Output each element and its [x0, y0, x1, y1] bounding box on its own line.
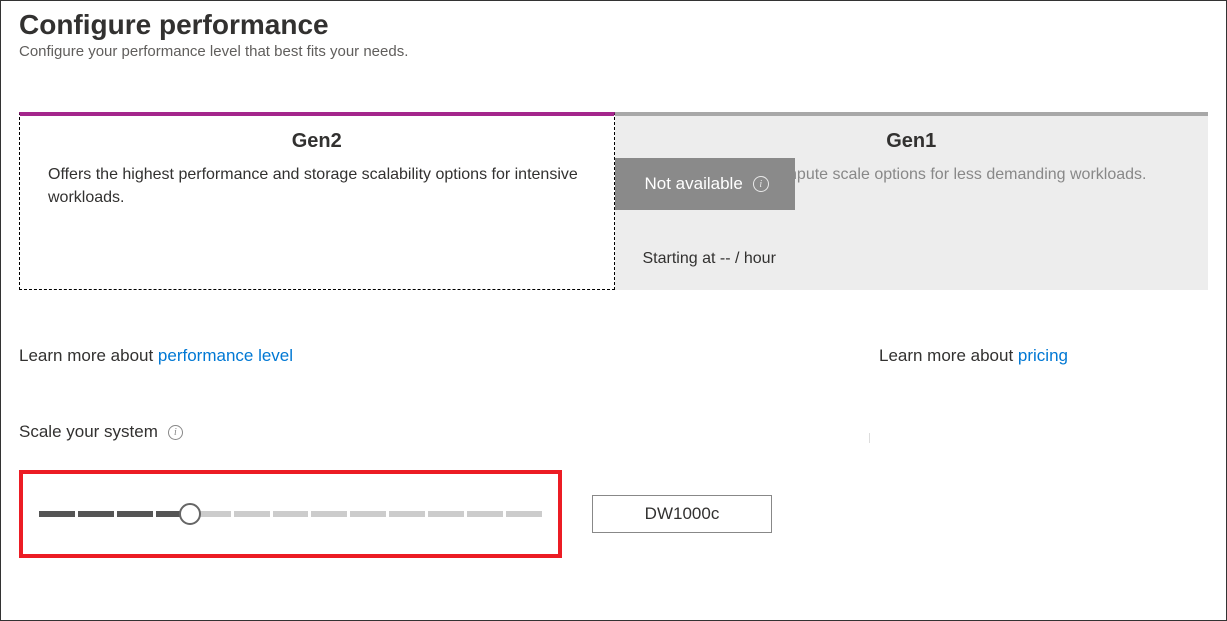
tile-gen2-desc: Offers the highest performance and stora… [48, 163, 586, 209]
generation-tiles: Gen2 Offers the highest performance and … [19, 112, 1208, 290]
info-icon[interactable]: i [168, 425, 183, 440]
performance-level-link[interactable]: performance level [158, 346, 293, 365]
not-available-badge: Not available i [615, 158, 795, 210]
pricing-link[interactable]: pricing [1018, 346, 1068, 365]
learn-more-pricing: Learn more about pricing [879, 346, 1068, 366]
learn-more-row: Learn more about performance level Learn… [19, 346, 1208, 366]
page-title: Configure performance [19, 9, 1208, 41]
info-icon[interactable]: i [753, 176, 769, 192]
scale-slider[interactable] [39, 504, 542, 524]
scale-value-box[interactable]: DW1000c [592, 495, 772, 533]
scale-label-row: Scale your system i [19, 422, 1208, 442]
not-available-text: Not available [645, 174, 743, 194]
slider-highlight-box [19, 470, 562, 558]
learn-more-performance: Learn more about performance level [19, 346, 293, 366]
tile-gen1-title: Gen1 [643, 130, 1181, 153]
page-header: Configure performance Configure your per… [19, 9, 1208, 60]
tile-gen2-title: Gen2 [48, 130, 586, 153]
tile-gen1: Gen1 Offers the lowest compute scale opt… [615, 112, 1209, 290]
decorative-mark [869, 433, 870, 443]
scale-label: Scale your system [19, 422, 158, 442]
slider-thumb[interactable] [179, 503, 201, 525]
starting-at-text: Starting at -- / hour [643, 250, 1181, 268]
tile-gen2[interactable]: Gen2 Offers the highest performance and … [19, 112, 615, 290]
slider-area: DW1000c [19, 470, 1208, 558]
page-subtitle: Configure your performance level that be… [19, 43, 1208, 60]
slider-track [39, 511, 542, 517]
